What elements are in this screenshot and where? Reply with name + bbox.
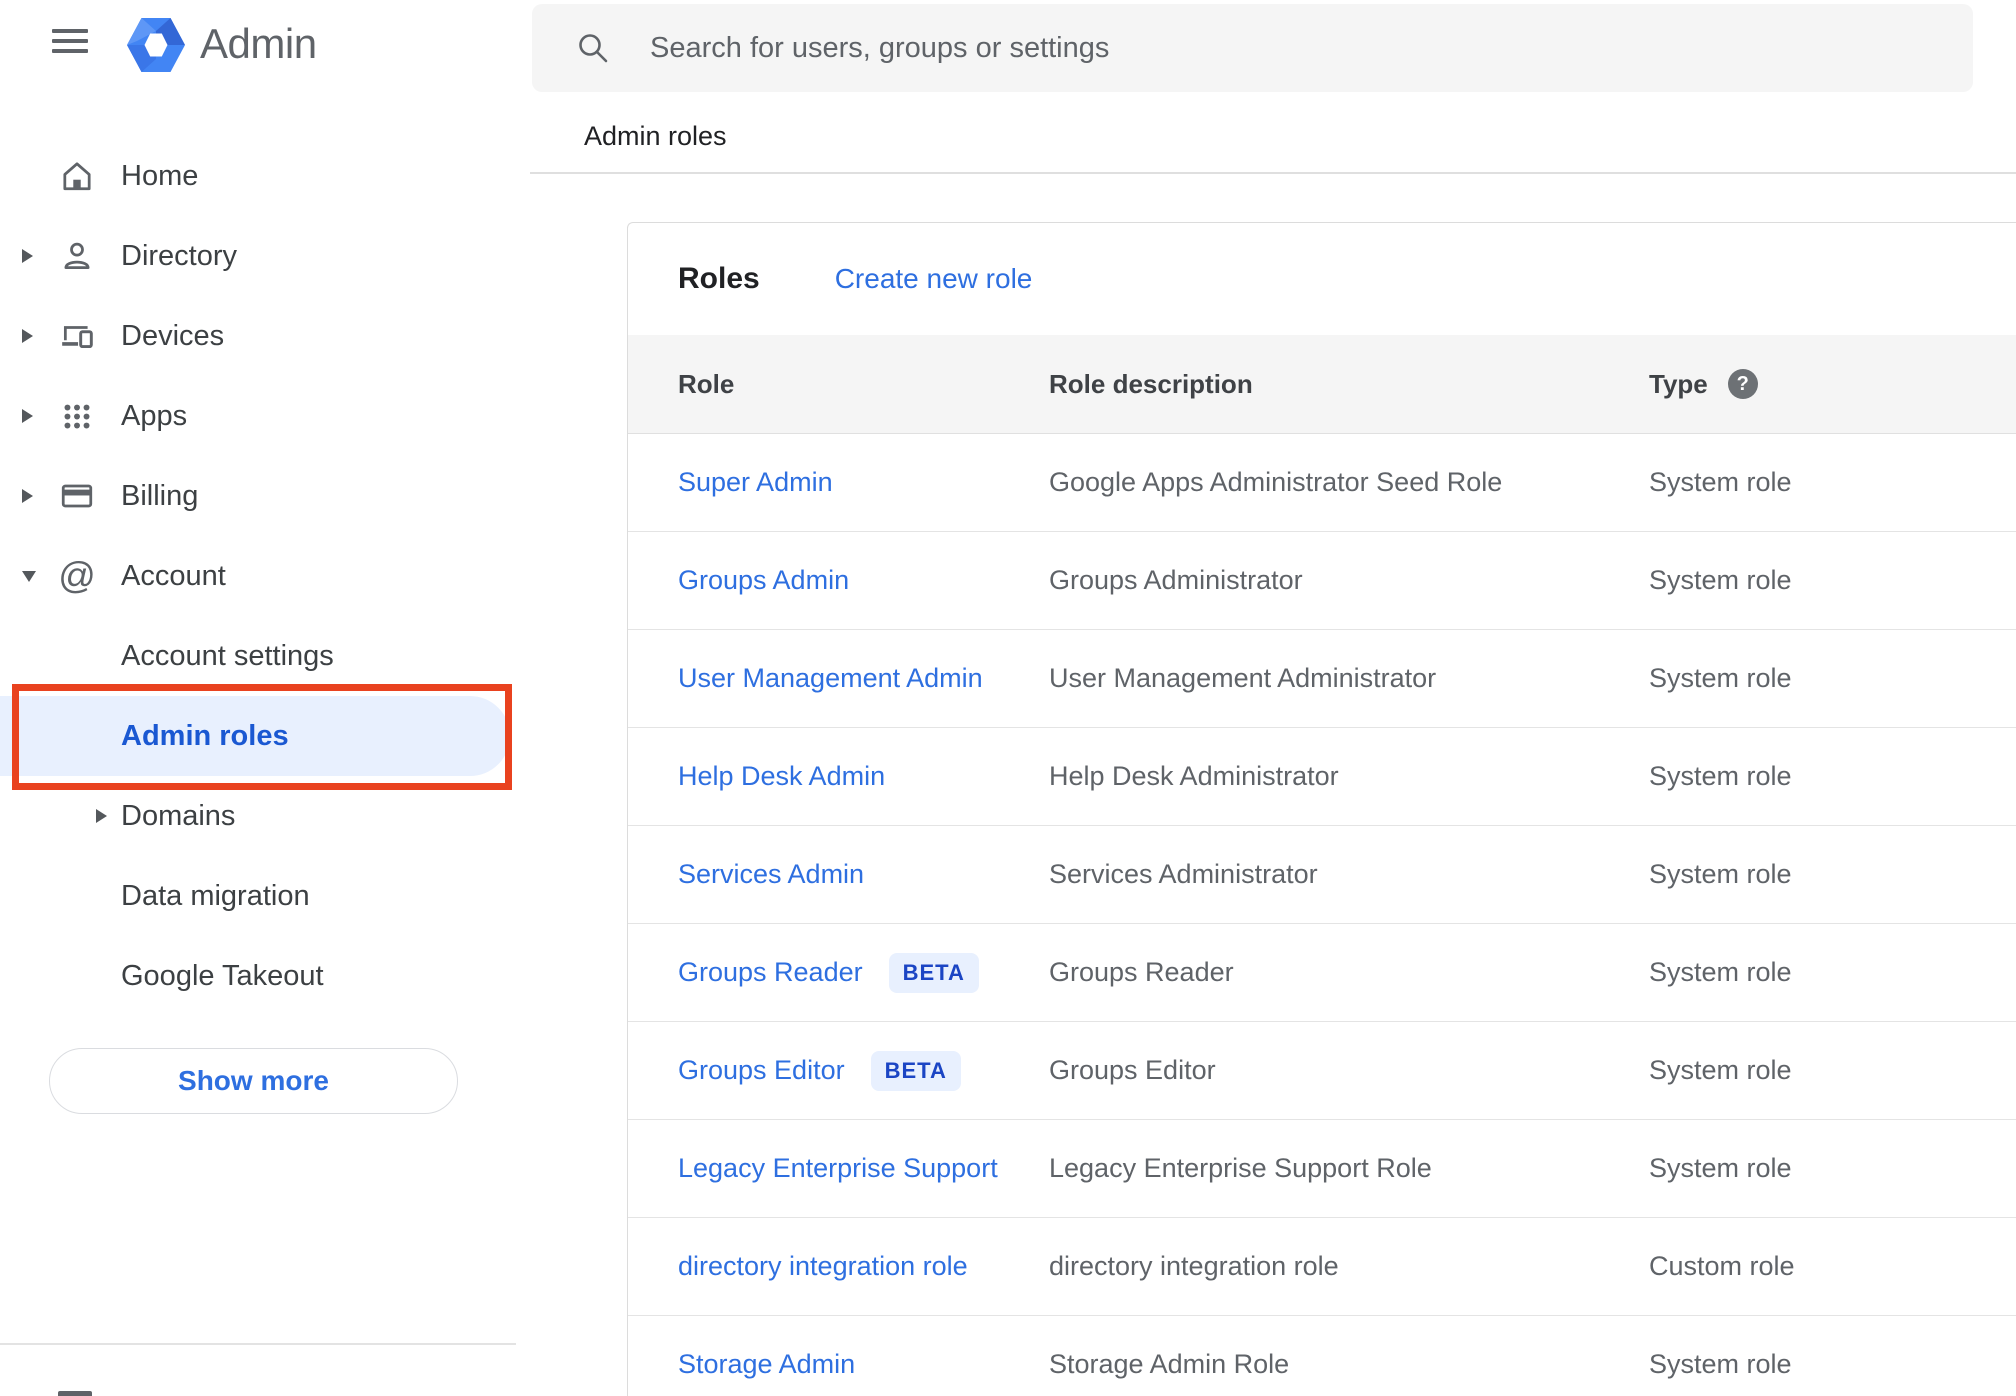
sidebar-item-directory[interactable]: Directory [0, 216, 516, 296]
sidebar-item-home[interactable]: Home [0, 136, 516, 216]
home-icon [58, 157, 96, 195]
admin-console: Admin Search for users, groups or settin… [0, 0, 2016, 1396]
search-input[interactable]: Search for users, groups or settings [532, 4, 1973, 92]
show-more-button[interactable]: Show more [49, 1048, 458, 1114]
sidebar-footer-divider [0, 1343, 516, 1345]
table-row: Services Admin Services Administrator Sy… [628, 826, 2016, 924]
role-type: System role [1649, 467, 1792, 497]
role-type: System role [1649, 957, 1792, 987]
help-icon[interactable]: ? [1727, 369, 1758, 399]
role-description: Storage Admin Role [1049, 1349, 1290, 1379]
roles-panel-header: Roles Create new role [628, 223, 2016, 335]
sidebar-item-data-migration[interactable]: Data migration [0, 856, 516, 936]
column-header-description: Role description [1049, 368, 1253, 399]
page-title: Roles [678, 262, 760, 295]
role-description: directory integration role [1049, 1251, 1339, 1281]
admin-logo-icon [127, 17, 185, 73]
chevron-right-icon[interactable] [22, 249, 33, 263]
table-row: Legacy Enterprise Support Legacy Enterpr… [628, 1120, 2016, 1218]
table-row: Help Desk Admin Help Desk Administrator … [628, 728, 2016, 826]
role-type: System role [1649, 1055, 1792, 1085]
sidebar-nav: Home Directory Devices Apps Billing @ Account A… [0, 136, 516, 1016]
role-type: System role [1649, 565, 1792, 595]
role-link[interactable]: Groups Admin [678, 565, 849, 596]
role-description: Groups Reader [1049, 957, 1234, 987]
search-placeholder: Search for users, groups or settings [650, 31, 1110, 64]
table-row: directory integration role directory int… [628, 1218, 2016, 1316]
role-link[interactable]: Super Admin [678, 467, 833, 498]
role-type: System role [1649, 1153, 1792, 1183]
role-link[interactable]: Storage Admin [678, 1349, 855, 1380]
sidebar-item-account[interactable]: @ Account [0, 536, 516, 616]
table-row: Groups Reader BETA Groups Reader System … [628, 924, 2016, 1022]
sidebar-item-admin-roles[interactable]: Admin roles [0, 696, 510, 776]
role-type: System role [1649, 1349, 1792, 1379]
app-title: Admin [200, 20, 317, 67]
search-icon [576, 31, 610, 65]
role-type: System role [1649, 859, 1792, 889]
header-divider [530, 172, 2016, 174]
table-row: Storage Admin Storage Admin Role System … [628, 1316, 2016, 1396]
column-header-type: Type [1649, 368, 1708, 399]
role-description: Services Administrator [1049, 859, 1318, 889]
sidebar-footer-icon-partial [58, 1391, 92, 1396]
roles-panel: Roles Create new role Role Role descript… [627, 222, 2016, 1396]
role-link[interactable]: User Management Admin [678, 663, 983, 694]
beta-badge: BETA [888, 952, 979, 993]
role-link[interactable]: Groups Editor [678, 1055, 845, 1086]
role-link[interactable]: Legacy Enterprise Support [678, 1153, 998, 1184]
sidebar-item-account-settings[interactable]: Account settings [0, 616, 516, 696]
column-header-role: Role [678, 368, 735, 399]
role-link[interactable]: Groups Reader [678, 957, 863, 988]
breadcrumb: Admin roles [584, 121, 727, 151]
create-new-role-link[interactable]: Create new role [835, 263, 1033, 295]
apps-grid-icon [58, 397, 96, 435]
at-sign-icon: @ [58, 555, 96, 596]
sidebar-item-apps[interactable]: Apps [0, 376, 516, 456]
sidebar-item-devices[interactable]: Devices [0, 296, 516, 376]
table-row: User Management Admin User Management Ad… [628, 630, 2016, 728]
role-description: Help Desk Administrator [1049, 761, 1339, 791]
table-row: Super Admin Google Apps Administrator Se… [628, 434, 2016, 532]
devices-icon [58, 317, 96, 355]
sidebar-item-domains[interactable]: Domains [0, 776, 516, 856]
person-icon [58, 237, 96, 275]
sidebar-item-billing[interactable]: Billing [0, 456, 516, 536]
beta-badge: BETA [870, 1050, 961, 1091]
role-description: Groups Administrator [1049, 565, 1303, 595]
role-link[interactable]: Services Admin [678, 859, 864, 890]
role-description: Groups Editor [1049, 1055, 1216, 1085]
table-header-row: Role Role description Type ? [628, 335, 2016, 434]
role-description: User Management Administrator [1049, 663, 1437, 693]
sidebar-item-google-takeout[interactable]: Google Takeout [0, 936, 516, 1016]
role-description: Google Apps Administrator Seed Role [1049, 467, 1503, 497]
chevron-down-icon[interactable] [22, 570, 36, 582]
chevron-right-icon[interactable] [96, 809, 107, 823]
role-type: Custom role [1649, 1251, 1795, 1281]
role-description: Legacy Enterprise Support Role [1049, 1153, 1432, 1183]
roles-table-body: Super Admin Google Apps Administrator Se… [628, 434, 2016, 1396]
hamburger-menu-icon[interactable] [52, 29, 88, 53]
role-type: System role [1649, 761, 1792, 791]
chevron-right-icon[interactable] [22, 489, 33, 503]
role-link[interactable]: Help Desk Admin [678, 761, 885, 792]
table-row: Groups Admin Groups Administrator System… [628, 532, 2016, 630]
chevron-right-icon[interactable] [22, 329, 33, 343]
chevron-right-icon[interactable] [22, 409, 33, 423]
table-row: Groups Editor BETA Groups Editor System … [628, 1022, 2016, 1120]
role-link[interactable]: directory integration role [678, 1251, 968, 1282]
role-type: System role [1649, 663, 1792, 693]
credit-card-icon [58, 477, 96, 515]
